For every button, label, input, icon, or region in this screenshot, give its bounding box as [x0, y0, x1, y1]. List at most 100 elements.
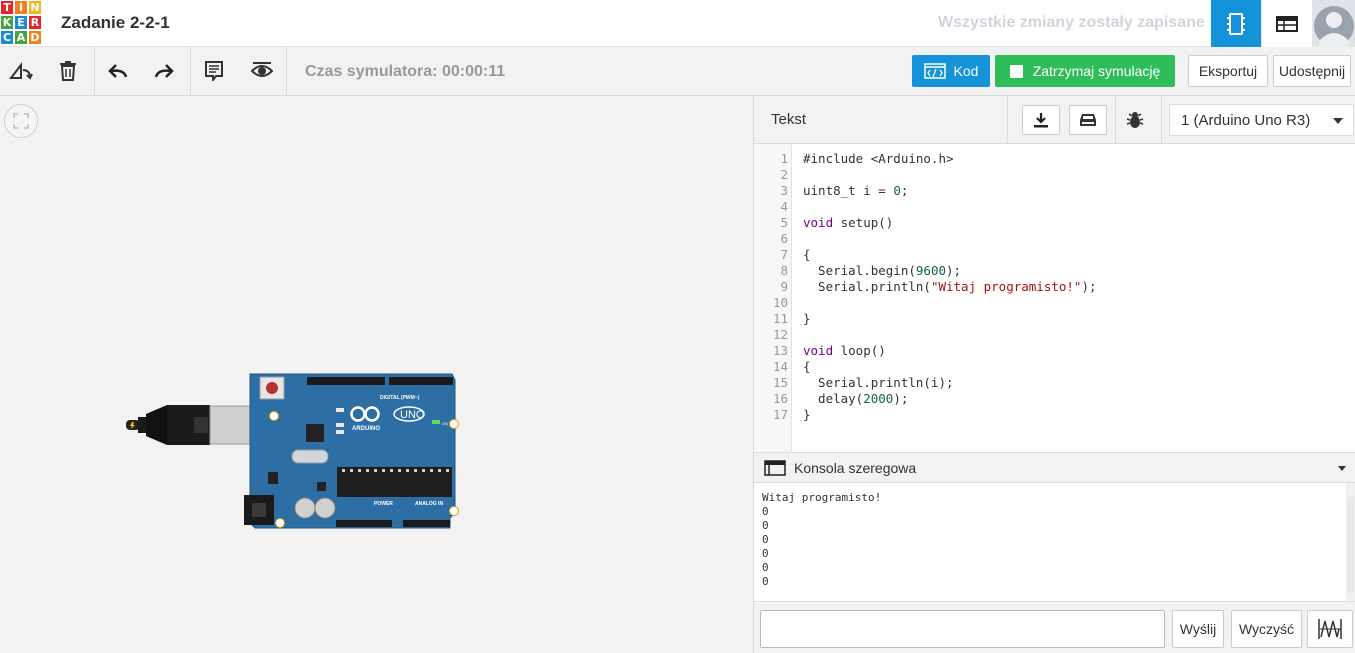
toolbar-divider: [190, 47, 191, 95]
code-line[interactable]: }: [803, 311, 811, 327]
serial-graph-button[interactable]: [1307, 610, 1353, 648]
logo-letter: E: [14, 15, 28, 30]
export-button[interactable]: Eksportuj: [1188, 55, 1268, 87]
logo-letter: D: [28, 30, 42, 45]
serial-monitor-footer: Wyślij Wyczyść: [754, 601, 1355, 653]
code-line[interactable]: delay(2000);: [803, 391, 908, 407]
line-number: 7: [780, 247, 788, 262]
code-line[interactable]: void setup(): [803, 215, 893, 231]
code-token: #include <Arduino.h>: [803, 151, 954, 166]
upload-icon: [1080, 114, 1096, 126]
notes-icon: [205, 61, 223, 81]
code-editor[interactable]: 1 2 3 4 5 6 7 8 9 10 11 12 13 14 15 16 17 #include <Ardu…: [754, 144, 1355, 452]
serial-input[interactable]: [760, 610, 1165, 648]
undo-button[interactable]: [104, 57, 132, 85]
board-analog-label: ANALOG IN: [415, 501, 443, 507]
board-digital-label: DIGITAL (PWM~): [380, 395, 420, 401]
code-line[interactable]: }: [803, 407, 811, 423]
serial-output-line: 0: [762, 533, 769, 546]
line-number: 6: [780, 231, 788, 246]
download-icon: [1034, 113, 1048, 128]
rotate-button[interactable]: [7, 57, 35, 85]
user-avatar[interactable]: [1312, 0, 1355, 47]
line-number-gutter: 1 2 3 4 5 6 7 8 9 10 11 12 13 14 15 16 17: [754, 144, 792, 452]
tinkercad-logo[interactable]: TINKERCAD: [0, 0, 42, 45]
serial-output-line: 0: [762, 561, 769, 574]
code-line[interactable]: {: [803, 359, 811, 375]
send-button[interactable]: Wyślij: [1172, 610, 1224, 648]
line-number: 12: [772, 327, 788, 342]
code-icon: [923, 63, 946, 79]
line-number: 2: [780, 167, 788, 182]
save-status: Wszystkie zmiany zostały zapisane: [938, 14, 1205, 31]
code-line[interactable]: #include <Arduino.h>: [803, 151, 954, 167]
code-token: 0: [893, 183, 901, 198]
code-line[interactable]: Serial.begin(9600);: [803, 263, 961, 279]
code-line[interactable]: uint8_t i = 0;: [803, 183, 908, 199]
code-panel: Tekst 1 (Arduino Uno R3) 1 2 3 4 5 6 7 8…: [753, 96, 1355, 653]
code-panel-header: Tekst 1 (Arduino Uno R3): [754, 96, 1355, 144]
logo-letter: N: [28, 0, 42, 15]
header-divider: [1161, 96, 1162, 144]
stop-simulation-button[interactable]: Zatrzymaj symulację: [995, 55, 1175, 87]
code-token: }: [803, 407, 811, 422]
usb-cable[interactable]: [126, 405, 251, 445]
redo-button[interactable]: [150, 57, 178, 85]
download-code-button[interactable]: [1022, 105, 1060, 135]
delete-button[interactable]: [54, 57, 82, 85]
arduino-uno-board[interactable]: ARDUINO UNO DIGITAL (PWM~) ON POWER ANAL…: [122, 368, 462, 538]
editor-mode-select[interactable]: Tekst: [771, 111, 806, 128]
rotate-icon: [9, 62, 33, 80]
main-toolbar: Czas symulatora: 00:00:11 Kod Zatrzymaj …: [0, 47, 1355, 96]
serial-monitor-header[interactable]: Konsola szeregowa: [754, 452, 1355, 483]
line-number: 15: [772, 375, 788, 390]
undo-icon: [108, 64, 128, 78]
code-token: delay(: [803, 391, 864, 406]
serial-output-line: 0: [762, 547, 769, 560]
circuit-view-button[interactable]: [1211, 0, 1261, 47]
logo-letter: C: [0, 30, 14, 45]
board-on-label: ON: [442, 421, 448, 426]
simulator-time: Czas symulatora: 00:00:11: [305, 63, 506, 80]
serial-output-scrollbar[interactable]: [1346, 483, 1355, 601]
code-token: );: [893, 391, 909, 406]
code-token: uint8_t i =: [803, 183, 894, 198]
workplane-canvas[interactable]: ARDUINO UNO DIGITAL (PWM~) ON POWER ANAL…: [0, 96, 753, 653]
chevron-down-icon[interactable]: [1338, 466, 1346, 471]
code-button-label: Kod: [953, 63, 979, 79]
logo-letter: A: [14, 30, 28, 45]
code-token: setup(): [833, 215, 894, 230]
fit-view-button[interactable]: [4, 104, 38, 138]
toolbar-divider: [94, 47, 95, 95]
code-token: ;: [900, 183, 909, 198]
code-line[interactable]: Serial.println(i);: [803, 375, 953, 391]
notes-button[interactable]: [200, 57, 228, 85]
logo-letter: I: [14, 0, 28, 15]
top-bar: TINKERCAD Zadanie 2-2-1 Wszystkie zmiany…: [0, 0, 1355, 47]
visibility-button[interactable]: [248, 57, 276, 85]
code-line[interactable]: {: [803, 247, 811, 263]
toolbar-divider: [286, 47, 287, 95]
arduino-pcb[interactable]: ARDUINO UNO DIGITAL (PWM~) ON POWER ANAL…: [244, 373, 459, 529]
serial-monitor-icon: [764, 460, 786, 476]
bug-icon: [1126, 112, 1144, 128]
board-brand-label: ARDUINO: [352, 426, 380, 432]
clear-button[interactable]: Wyczyść: [1231, 610, 1302, 648]
line-number: 13: [772, 343, 788, 358]
code-button[interactable]: Kod: [912, 55, 990, 87]
header-divider: [1007, 96, 1008, 144]
project-title[interactable]: Zadanie 2-2-1: [61, 13, 170, 33]
code-line[interactable]: void loop(): [803, 343, 886, 359]
device-select[interactable]: 1 (Arduino Uno R3): [1169, 104, 1354, 136]
logo-letter: K: [0, 15, 14, 30]
component-list-button[interactable]: [1261, 0, 1311, 47]
line-number: 1: [780, 151, 788, 166]
share-button[interactable]: Udostępnij: [1273, 55, 1351, 87]
upload-library-button[interactable]: [1069, 105, 1107, 135]
code-line[interactable]: Serial.println("Witaj programisto!");: [803, 279, 1096, 295]
scrollbar-thumb[interactable]: [1347, 497, 1354, 593]
line-number: 10: [772, 295, 788, 310]
debugger-button[interactable]: [1116, 105, 1154, 135]
board-model-label: UNO: [400, 409, 425, 421]
serial-output-line: Witaj programisto!: [762, 491, 882, 504]
